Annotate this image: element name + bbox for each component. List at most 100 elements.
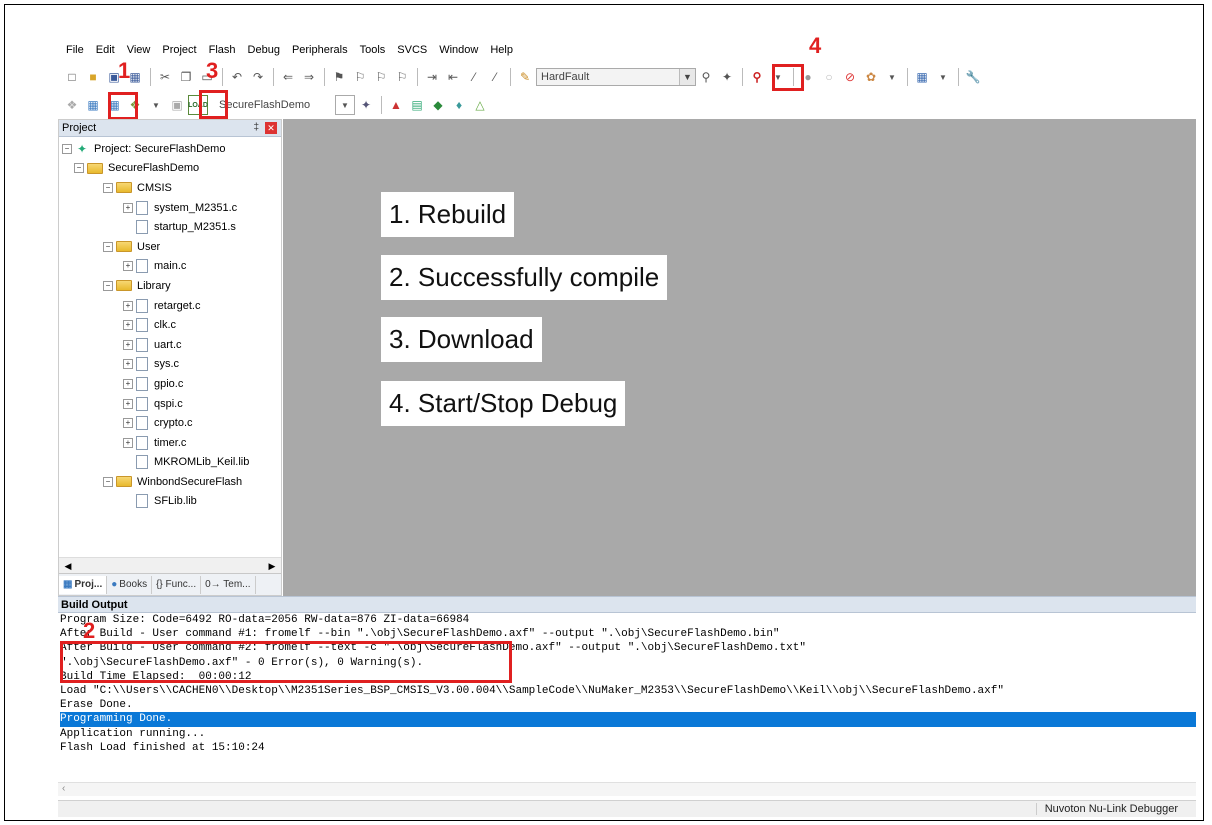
tree-file-item[interactable]: + timer.c bbox=[59, 433, 281, 453]
find-combo[interactable]: HardFault ▼ bbox=[536, 68, 696, 86]
bookmark-icon[interactable]: ⚑ bbox=[329, 67, 349, 87]
tab-templates[interactable]: 0→ Tem... bbox=[201, 575, 256, 594]
tree-file-item[interactable]: + qspi.c bbox=[59, 394, 281, 414]
menu-help[interactable]: Help bbox=[484, 42, 519, 60]
tree-project-item[interactable]: − ✦ Project: SecureFlashDemo bbox=[59, 139, 281, 159]
tree-file-item[interactable]: + clk.c bbox=[59, 315, 281, 335]
tree-file-item[interactable]: startup_M2351.s bbox=[59, 217, 281, 237]
horizontal-scrollbar[interactable]: ◀ ▶ bbox=[59, 557, 281, 573]
expand-icon[interactable]: + bbox=[123, 339, 133, 350]
cut-icon[interactable]: ✂ bbox=[155, 67, 175, 87]
file-extensions-icon[interactable]: ▲ bbox=[386, 95, 406, 115]
menu-edit[interactable]: Edit bbox=[90, 42, 121, 60]
find-in-files-icon[interactable]: ✎ bbox=[515, 67, 535, 87]
copy-icon[interactable]: ❐ bbox=[176, 67, 196, 87]
tree-folder-item[interactable]: − CMSIS bbox=[59, 178, 281, 198]
tab-books[interactable]: ● Books bbox=[107, 575, 153, 594]
tab-project[interactable]: ▦ Proj... bbox=[59, 575, 108, 594]
tree-file-item[interactable]: + gpio.c bbox=[59, 374, 281, 394]
tree-folder-item[interactable]: − Library bbox=[59, 276, 281, 296]
scroll-left-icon[interactable]: ◀ bbox=[61, 560, 75, 572]
pack-installer-icon[interactable]: ♦ bbox=[449, 95, 469, 115]
build-output-line[interactable]: Programming Done. bbox=[60, 712, 1196, 727]
configure-icon[interactable]: ✿ bbox=[861, 67, 881, 87]
menu-window[interactable]: Window bbox=[433, 42, 484, 60]
menu-project[interactable]: Project bbox=[156, 42, 202, 60]
find-icon[interactable]: ⚲ bbox=[696, 67, 716, 87]
target-options-icon[interactable]: ✦ bbox=[356, 95, 376, 115]
uncomment-icon[interactable]: ⁄ bbox=[485, 67, 505, 87]
nav-back-icon[interactable]: ⇐ bbox=[278, 67, 298, 87]
collapse-icon[interactable]: − bbox=[103, 182, 113, 193]
tree-file-item[interactable]: + sys.c bbox=[59, 355, 281, 375]
collapse-icon[interactable]: − bbox=[74, 163, 84, 174]
build-output-line[interactable]: Load "C:\\Users\\CACHEN0\\Desktop\\M2351… bbox=[60, 684, 1196, 698]
start-stop-debug-icon[interactable]: ⚲ bbox=[747, 67, 767, 87]
select-packs-icon[interactable]: ◆ bbox=[428, 95, 448, 115]
menu-tools[interactable]: Tools bbox=[354, 42, 392, 60]
new-file-icon[interactable]: □ bbox=[62, 67, 82, 87]
disable-breakpoint-icon[interactable]: ○ bbox=[819, 67, 839, 87]
incremental-find-icon[interactable]: ✦ bbox=[717, 67, 737, 87]
build-output-line[interactable]: Program Size: Code=6492 RO-data=2056 RW-… bbox=[60, 613, 1196, 627]
scroll-right-icon[interactable]: ▶ bbox=[265, 560, 279, 572]
build-output-line[interactable]: Application running... bbox=[60, 727, 1196, 741]
nav-forward-icon[interactable]: ⇒ bbox=[299, 67, 319, 87]
tree-file-item[interactable]: + retarget.c bbox=[59, 296, 281, 316]
menu-file[interactable]: File bbox=[60, 42, 90, 60]
batch-dropdown-icon[interactable]: ▼ bbox=[146, 95, 166, 115]
expand-icon[interactable]: + bbox=[123, 261, 133, 272]
window-layout-dropdown-icon[interactable]: ▼ bbox=[933, 67, 953, 87]
translate-icon[interactable]: ❖ bbox=[62, 95, 82, 115]
expand-icon[interactable]: + bbox=[123, 418, 133, 429]
expand-icon[interactable]: + bbox=[123, 378, 133, 389]
expand-icon[interactable]: + bbox=[123, 359, 133, 370]
menu-svcs[interactable]: SVCS bbox=[391, 42, 433, 60]
menu-debug[interactable]: Debug bbox=[242, 42, 286, 60]
expand-icon[interactable]: + bbox=[123, 202, 133, 213]
wrench-icon[interactable]: 🔧 bbox=[963, 67, 983, 87]
configure-dropdown-icon[interactable]: ▼ bbox=[882, 67, 902, 87]
tree-folder-item[interactable]: − WinbondSecureFlash bbox=[59, 472, 281, 492]
tree-file-item[interactable]: + uart.c bbox=[59, 335, 281, 355]
build-horizontal-scrollbar[interactable]: ‹ bbox=[58, 782, 1196, 796]
manage-components-icon[interactable]: ▤ bbox=[407, 95, 427, 115]
tree-folder-item[interactable]: − SecureFlashDemo bbox=[59, 159, 281, 179]
stop-build-icon[interactable]: ▣ bbox=[167, 95, 187, 115]
unindent-icon[interactable]: ⇤ bbox=[443, 67, 463, 87]
tree-file-item[interactable]: MKROMLib_Keil.lib bbox=[59, 453, 281, 473]
build-icon[interactable]: ▦ bbox=[83, 95, 103, 115]
redo-icon[interactable]: ↷ bbox=[248, 67, 268, 87]
tab-functions[interactable]: {} Func... bbox=[152, 575, 202, 594]
build-output-line[interactable]: Erase Done. bbox=[60, 698, 1196, 712]
expand-icon[interactable]: + bbox=[123, 300, 133, 311]
pin-icon[interactable]: ‡ bbox=[253, 122, 259, 133]
target-dropdown-icon[interactable]: ▼ bbox=[335, 95, 355, 115]
expand-icon[interactable]: + bbox=[123, 320, 133, 331]
window-layout-icon[interactable]: ▦ bbox=[912, 67, 932, 87]
tree-folder-item[interactable]: − User bbox=[59, 237, 281, 257]
tree-file-item[interactable]: SFLib.lib bbox=[59, 492, 281, 512]
run-time-env-icon[interactable]: △ bbox=[470, 95, 490, 115]
tree-file-item[interactable]: + system_M2351.c bbox=[59, 198, 281, 218]
prev-bookmark-icon[interactable]: ⚐ bbox=[350, 67, 370, 87]
build-output-line[interactable]: After Build - User command #1: fromelf -… bbox=[60, 627, 1196, 641]
collapse-icon[interactable]: − bbox=[62, 143, 72, 154]
next-bookmark-icon[interactable]: ⚐ bbox=[371, 67, 391, 87]
indent-icon[interactable]: ⇥ bbox=[422, 67, 442, 87]
close-icon[interactable]: ✕ bbox=[265, 122, 277, 134]
open-folder-icon[interactable]: ■ bbox=[83, 67, 103, 87]
collapse-icon[interactable]: − bbox=[103, 476, 113, 487]
tree-file-item[interactable]: + main.c bbox=[59, 257, 281, 277]
expand-icon[interactable]: + bbox=[123, 437, 133, 448]
collapse-icon[interactable]: − bbox=[103, 241, 113, 252]
kill-breakpoints-icon[interactable]: ⊘ bbox=[840, 67, 860, 87]
undo-icon[interactable]: ↶ bbox=[227, 67, 247, 87]
expand-icon[interactable]: + bbox=[123, 398, 133, 409]
chevron-down-icon[interactable]: ▼ bbox=[679, 69, 695, 85]
build-output-line[interactable]: Flash Load finished at 15:10:24 bbox=[60, 741, 1196, 755]
collapse-icon[interactable]: − bbox=[103, 280, 113, 291]
menu-peripherals[interactable]: Peripherals bbox=[286, 42, 354, 60]
clear-bookmarks-icon[interactable]: ⚐ bbox=[392, 67, 412, 87]
target-combo[interactable]: SecureFlashDemo bbox=[215, 96, 335, 114]
